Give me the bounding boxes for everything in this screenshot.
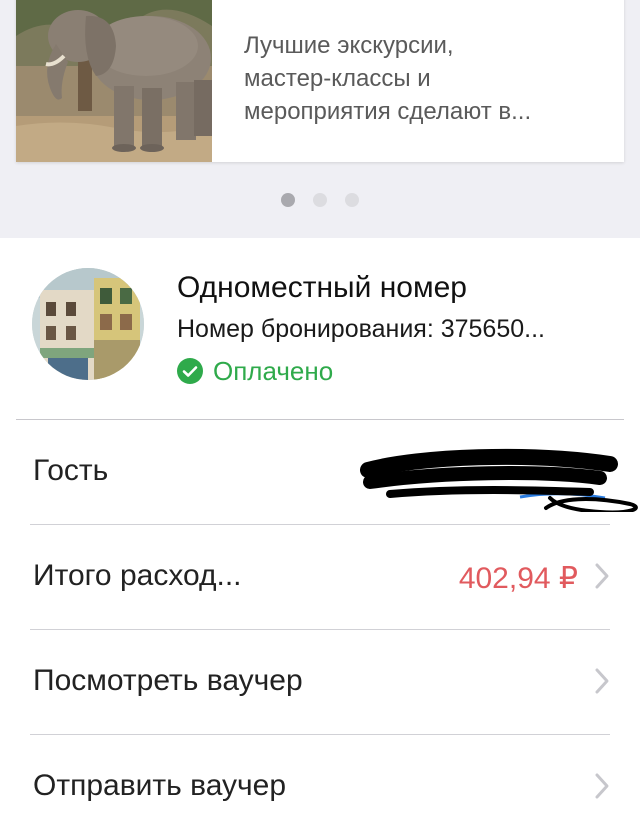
chevron-right-icon xyxy=(595,773,609,799)
promo-description: Лучшие экскурсии, мастер-классы и меропр… xyxy=(244,29,614,128)
send-voucher-label: Отправить ваучер xyxy=(33,769,287,802)
view-voucher-row[interactable]: Посмотреть ваучер xyxy=(0,630,640,735)
check-circle-icon xyxy=(177,358,203,384)
guest-label: Гость xyxy=(33,454,109,487)
room-name: Одноместный номер xyxy=(177,271,467,304)
booking-number: Номер бронирования: 375650... xyxy=(177,315,545,343)
chevron-right-icon xyxy=(595,563,609,589)
carousel-pagination[interactable] xyxy=(0,193,640,207)
page-dot-2[interactable] xyxy=(313,193,327,207)
promo-description-line: мастер-классы и xyxy=(244,65,431,92)
send-voucher-row[interactable]: Отправить ваучер xyxy=(0,735,640,840)
promo-title-cropped xyxy=(278,0,578,2)
promo-description-line: мероприятия сделают в... xyxy=(244,98,532,125)
chevron-right-icon xyxy=(595,668,609,694)
promo-description-line: Лучшие экскурсии, xyxy=(244,32,454,59)
promo-carousel: Лучшие экскурсии, мастер-классы и меропр… xyxy=(0,0,640,238)
elephant-photo xyxy=(16,0,212,162)
payment-status: Оплачено xyxy=(177,355,333,387)
total-spending-row[interactable]: Итого расход... 402,94 ₽ xyxy=(0,525,640,630)
status-label: Оплачено xyxy=(213,355,334,386)
hotel-avatar xyxy=(32,268,144,380)
redacted-guest-name xyxy=(360,448,638,512)
guest-row: Гость xyxy=(0,420,640,525)
view-voucher-label: Посмотреть ваучер xyxy=(33,664,303,697)
page-dot-3[interactable] xyxy=(345,193,359,207)
total-spending-label: Итого расход... xyxy=(33,559,242,592)
promo-card[interactable]: Лучшие экскурсии, мастер-классы и меропр… xyxy=(16,0,624,162)
total-spending-amount: 402,94 ₽ xyxy=(458,562,578,595)
page-dot-1[interactable] xyxy=(281,193,295,207)
booking-summary: Одноместный номер Номер бронирования: 37… xyxy=(0,238,640,419)
